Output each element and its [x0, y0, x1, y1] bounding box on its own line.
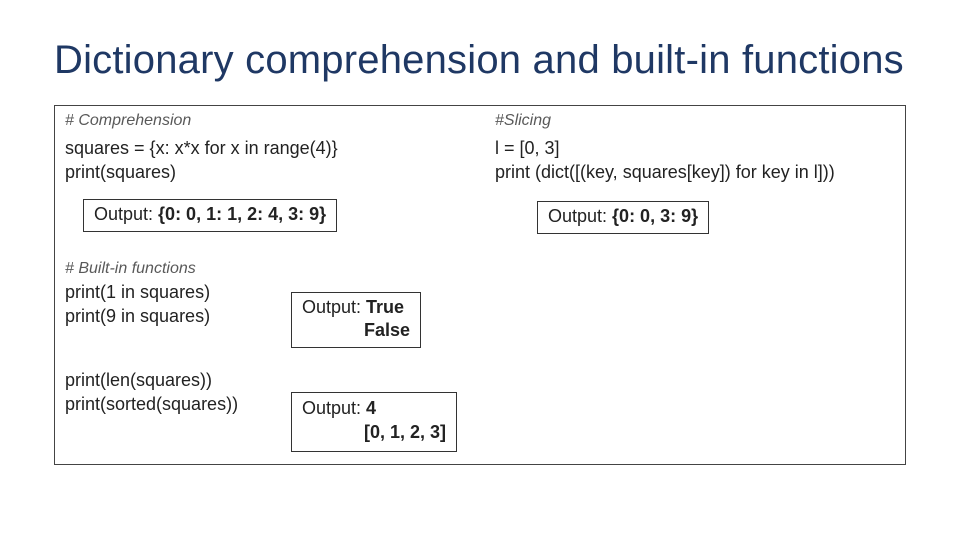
slide: Dictionary comprehension and built-in fu… [0, 0, 960, 540]
output-builtin: Output: True False [291, 292, 421, 348]
page-title: Dictionary comprehension and built-in fu… [54, 38, 906, 83]
output-value-1: True [366, 297, 404, 317]
right-column: #Slicing l = [0, 3] print (dict([(key, s… [495, 106, 895, 234]
output-lensort: Output: 4 [0, 1, 2, 3] [291, 392, 457, 452]
code-slicing-1: l = [0, 3] [495, 136, 895, 160]
output-value-2: [0, 1, 2, 3] [364, 422, 446, 442]
code-len: print(len(squares)) [65, 368, 485, 392]
output-value: {0: 0, 3: 9} [612, 206, 698, 226]
output-comprehension: Output: {0: 0, 1: 1, 2: 4, 3: 9} [83, 199, 337, 232]
code-builtin-1: print(1 in squares) [65, 280, 485, 304]
code-slicing-2: print (dict([(key, squares[key]) for key… [495, 160, 895, 184]
content-box: # Comprehension squares = {x: x*x for x … [54, 105, 906, 465]
code-builtin-2: print(9 in squares) [65, 304, 485, 328]
output-builtin-wrap: Output: True False [291, 292, 421, 348]
code-comprehension-2: print(squares) [65, 160, 485, 184]
output-value: {0: 0, 1: 1, 2: 4, 3: 9} [158, 204, 326, 224]
left-column: # Comprehension squares = {x: x*x for x … [65, 106, 485, 417]
output-label: Output: [302, 398, 366, 418]
output-label: Output: [94, 204, 158, 224]
output-label: Output: [302, 297, 366, 317]
output-lensort-wrap: Output: 4 [0, 1, 2, 3] [291, 392, 457, 452]
output-label: Output: [548, 206, 612, 226]
output-value-2: False [364, 320, 410, 340]
comment-builtin: # Built-in functions [65, 260, 485, 278]
output-value-1: 4 [366, 398, 376, 418]
output-slicing: Output: {0: 0, 3: 9} [537, 201, 709, 234]
comment-slicing: #Slicing [495, 112, 895, 130]
comment-comprehension: # Comprehension [65, 112, 485, 130]
code-comprehension-1: squares = {x: x*x for x in range(4)} [65, 136, 485, 160]
